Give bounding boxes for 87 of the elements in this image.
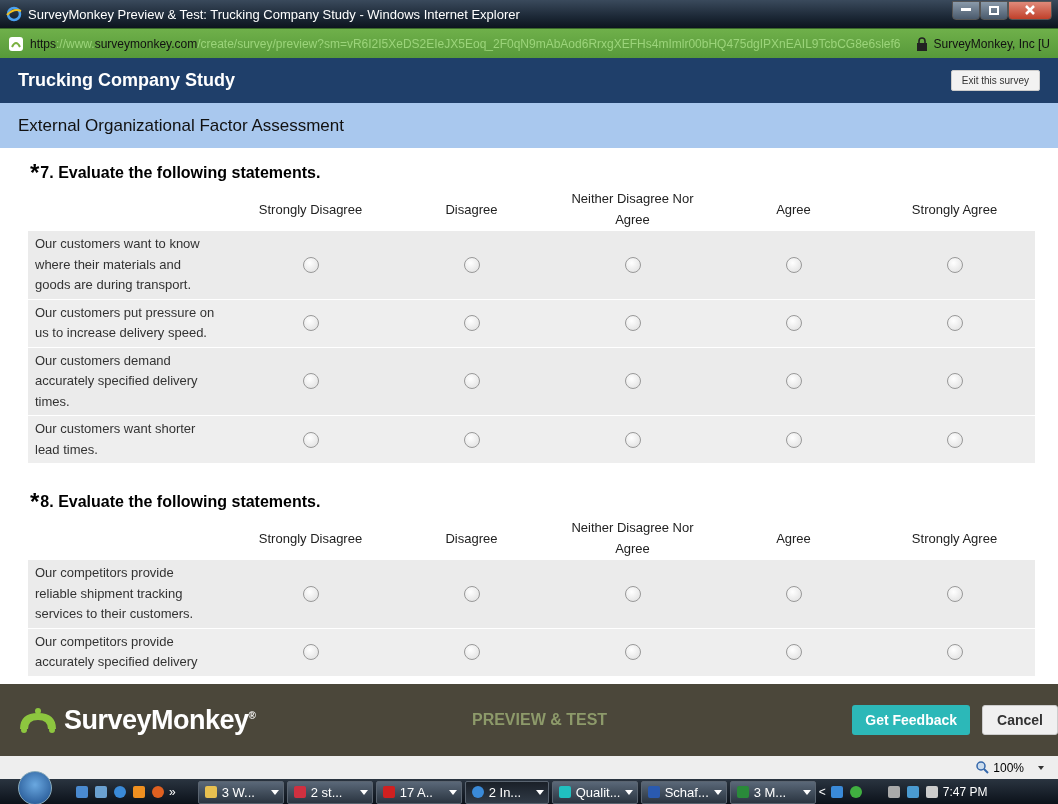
column-header: Neither Disagree Nor Agree bbox=[570, 190, 695, 229]
minimize-button[interactable] bbox=[952, 0, 980, 20]
radio-button[interactable] bbox=[785, 315, 802, 331]
radio-button[interactable] bbox=[463, 644, 480, 660]
tray-toggle[interactable]: < bbox=[818, 785, 826, 799]
overflow-chevron[interactable]: » bbox=[169, 785, 176, 799]
minimize-icon bbox=[961, 8, 971, 12]
zoom-icon bbox=[976, 761, 990, 774]
radio-button[interactable] bbox=[624, 644, 641, 660]
column-header: Disagree bbox=[444, 529, 499, 548]
site-icon bbox=[8, 35, 24, 52]
radio-button[interactable] bbox=[302, 644, 319, 660]
radio-button[interactable] bbox=[785, 644, 802, 660]
taskbar-button[interactable]: 3 M... bbox=[729, 780, 816, 804]
taskbar-button[interactable]: Qualit... bbox=[551, 780, 638, 804]
caret-icon bbox=[802, 789, 811, 795]
caret-icon bbox=[535, 789, 544, 795]
radio-button[interactable] bbox=[302, 256, 319, 273]
question-title: 8. Evaluate the following statements. bbox=[40, 493, 321, 511]
radio-button[interactable] bbox=[785, 431, 802, 448]
radio-button[interactable] bbox=[946, 315, 963, 331]
radio-button[interactable] bbox=[624, 373, 641, 390]
radio-button[interactable] bbox=[946, 644, 963, 660]
column-header: Disagree bbox=[444, 200, 499, 219]
caret-icon bbox=[448, 789, 457, 795]
taskbar-button[interactable]: 2 st... bbox=[286, 780, 373, 804]
statement-label: Our competitors provide accurately specified delivery bbox=[34, 632, 199, 671]
radio-button[interactable] bbox=[624, 315, 641, 331]
statement-label: Our customers put pressure on us to increase delivery speed. bbox=[34, 303, 216, 342]
certificate-label[interactable]: SurveyMonkey, Inc [U bbox=[933, 36, 1050, 51]
radio-button[interactable] bbox=[946, 431, 963, 448]
radio-button[interactable] bbox=[785, 256, 802, 273]
maximize-icon bbox=[989, 5, 999, 15]
taskbar-button[interactable]: Schaf... bbox=[640, 780, 727, 804]
radio-button[interactable] bbox=[463, 431, 480, 448]
close-button[interactable] bbox=[1008, 0, 1052, 20]
radio-button[interactable] bbox=[463, 256, 480, 273]
radio-button[interactable] bbox=[624, 585, 641, 602]
column-header: Neither Disagree Nor Agree bbox=[570, 519, 695, 558]
required-mark: * bbox=[30, 165, 40, 181]
taskbar-button[interactable]: 2 In... bbox=[464, 780, 549, 804]
column-header: Strongly Disagree bbox=[257, 200, 364, 219]
caret-icon bbox=[359, 789, 368, 795]
radio-button[interactable] bbox=[463, 373, 480, 390]
lock-icon bbox=[915, 36, 928, 51]
statement-label: Our customers want to know where their materials and goods are during transport. bbox=[34, 235, 201, 294]
cancel-button[interactable]: Cancel bbox=[982, 705, 1058, 735]
zoom-level[interactable]: 100% bbox=[993, 760, 1024, 775]
column-header: Strongly Disagree bbox=[257, 529, 364, 548]
question-title: 7. Evaluate the following statements. bbox=[40, 164, 321, 182]
page-title: External Organizational Factor Assessment bbox=[18, 115, 344, 136]
radio-button[interactable] bbox=[302, 431, 319, 448]
window-title: SurveyMonkey Preview & Test: Trucking Company Study - Windows Internet Explorer bbox=[28, 6, 521, 22]
radio-button[interactable] bbox=[302, 373, 319, 390]
radio-button[interactable] bbox=[463, 585, 480, 602]
statement-label: Our customers want shorter lead times. bbox=[34, 420, 197, 459]
column-header: Agree bbox=[775, 529, 812, 548]
mode-label: PREVIEW & TEST bbox=[471, 711, 609, 729]
radio-button[interactable] bbox=[302, 315, 319, 331]
radio-button[interactable] bbox=[946, 256, 963, 273]
radio-button[interactable] bbox=[946, 585, 963, 602]
exit-button[interactable]: Exit this survey bbox=[950, 70, 1040, 91]
clock: 7:47 PM bbox=[942, 785, 988, 799]
caret-icon bbox=[270, 789, 279, 795]
radio-button[interactable] bbox=[624, 431, 641, 448]
radio-button[interactable] bbox=[624, 256, 641, 273]
caret-icon bbox=[624, 789, 633, 795]
column-header: Strongly Agree bbox=[910, 529, 999, 548]
brand-logo: SurveyMonkey$^{®}$ bbox=[64, 704, 256, 736]
close-icon bbox=[1025, 5, 1035, 15]
caret-icon bbox=[713, 789, 722, 795]
required-mark: * bbox=[30, 494, 40, 510]
radio-button[interactable] bbox=[302, 585, 319, 602]
column-header: Strongly Agree bbox=[910, 200, 999, 219]
taskbar-button[interactable]: 3 W... bbox=[197, 780, 284, 804]
radio-button[interactable] bbox=[785, 373, 802, 390]
radio-button[interactable] bbox=[463, 315, 480, 331]
taskbar-button[interactable]: 17 A.. bbox=[375, 780, 462, 804]
radio-button[interactable] bbox=[785, 585, 802, 602]
statement-label: Our competitors provide reliable shipment tracking services to their customers. bbox=[34, 564, 195, 623]
statement-label: Our customers demand accurately specified delivery times. bbox=[34, 351, 199, 411]
url-field[interactable]: https://www.surveymonkey.com/create/survey/preview?sm=vR6I2I5XeDS2EIeJX5Eoq_2F0qN9mAbAod6RrxgXEFHs4mImlr00bHQ475dgIPXnEAIL9TcbCG8e6slef6 bbox=[30, 36, 910, 51]
radio-button[interactable] bbox=[946, 373, 963, 390]
start-button[interactable] bbox=[18, 771, 52, 804]
maximize-button[interactable] bbox=[980, 0, 1008, 20]
survey-title: Trucking Company Study bbox=[18, 70, 236, 91]
column-header: Agree bbox=[775, 200, 812, 219]
